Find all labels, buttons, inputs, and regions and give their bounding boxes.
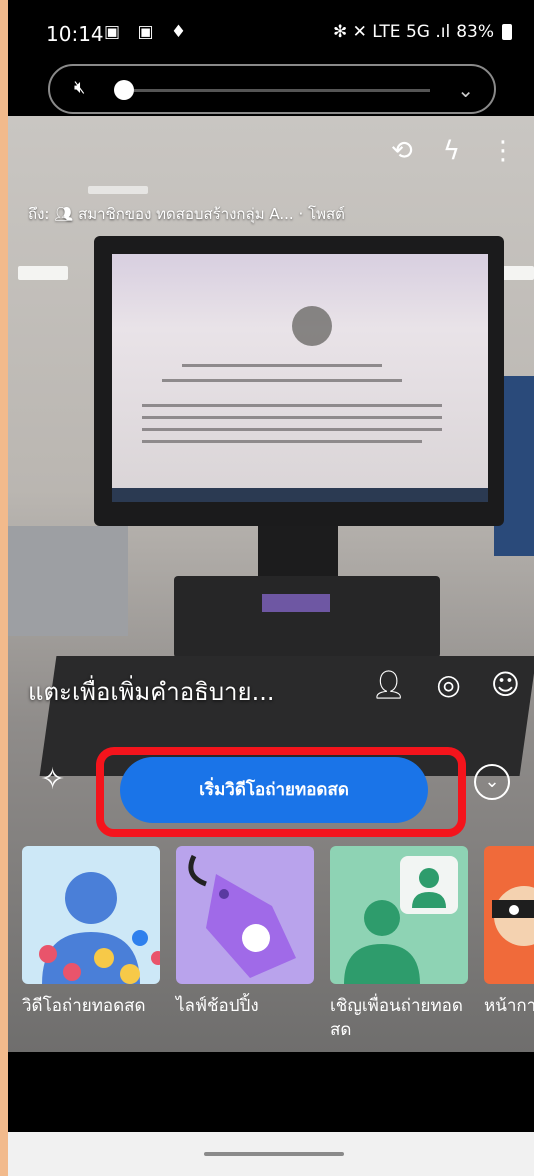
start-live-video-button[interactable]: เริ่มวิดีโอถ่ายทอดสด xyxy=(120,757,428,823)
text-line xyxy=(142,416,442,419)
caption-tools: 👤︎ ◎ ☺ xyxy=(371,668,520,701)
text-line xyxy=(142,440,422,443)
live-controls: ✧ เริ่มวิดีโอถ่ายทอดสด ⌄ xyxy=(8,744,534,840)
volume-knob[interactable] xyxy=(114,80,134,100)
emblem-photo xyxy=(292,306,332,346)
volume-slider[interactable]: 🔇︎ ⌄ xyxy=(48,64,496,114)
live-option-label: หน้ากา xyxy=(484,996,534,1016)
chevron-down-circle-icon[interactable]: ⌄ xyxy=(474,764,510,800)
status-time: 10:14 xyxy=(46,22,104,46)
mute-icon[interactable]: 🔇︎ xyxy=(74,77,85,98)
monitor-screen-photo xyxy=(112,254,488,502)
ceiling-light xyxy=(88,186,148,194)
invite-friend-icon xyxy=(344,856,458,984)
live-shopping-thumbnail xyxy=(176,846,314,984)
post-target-separator: · xyxy=(298,205,304,223)
background-desk xyxy=(8,526,128,636)
chevron-down-icon[interactable]: ⌄ xyxy=(457,78,474,102)
volume-track[interactable] xyxy=(134,89,430,92)
home-indicator[interactable] xyxy=(204,1152,344,1156)
battery-icon xyxy=(502,24,512,40)
bottom-area xyxy=(8,1052,534,1176)
magic-wand-icon[interactable]: ✧ xyxy=(40,762,65,797)
live-option-mask[interactable]: หน้ากา xyxy=(484,846,534,1018)
live-video-thumbnail xyxy=(22,846,160,984)
computer-case-photo xyxy=(174,576,440,658)
switch-camera-icon[interactable]: ⟲ xyxy=(391,136,413,166)
flash-off-icon[interactable]: ϟ xyxy=(443,136,460,166)
live-option-label: วิดีโอถ่ายทอดสด xyxy=(22,996,146,1016)
post-target-audience: สมาชิกของ ทดสอบสร้างกลุ่ม A... xyxy=(78,205,294,223)
taskbar-photo xyxy=(112,488,488,502)
text-line xyxy=(142,428,442,431)
live-options-strip: วิดีโอถ่ายทอดสด ไลฟ์ช้อปปิ้ง เชิญเพื่อนถ… xyxy=(8,846,534,1056)
text-line xyxy=(182,364,382,367)
text-line xyxy=(142,404,442,407)
live-option-invite-friend[interactable]: เชิญเพื่อนถ่ายทอดสด xyxy=(330,846,468,1042)
system-icons: ✻ ✕ LTE 5G .ıl 83% xyxy=(333,22,512,42)
live-option-label: ไลฟ์ช้อปปิ้ง xyxy=(176,996,259,1016)
gesture-nav-bar xyxy=(8,1132,534,1176)
phone-screen: 10:14 ▣ ▣ ♦ ✻ ✕ LTE 5G .ıl 83% 🔇︎ ⌄ ⟲ ϟ … xyxy=(8,0,534,1176)
post-target-prefix: ถึง: xyxy=(28,205,50,223)
mask-thumbnail xyxy=(484,846,534,984)
camera-controls: ⟲ ϟ ⋮ xyxy=(391,136,516,166)
invite-friend-thumbnail xyxy=(330,846,468,984)
live-option-live-shopping[interactable]: ไลฟ์ช้อปปิ้ง xyxy=(176,846,314,1018)
tag-people-icon[interactable]: 👤︎ xyxy=(371,668,407,701)
battery-percent: 83% xyxy=(456,22,494,42)
mask-face-icon xyxy=(492,886,534,946)
price-tag-icon xyxy=(188,854,296,978)
group-icon: 👥︎ xyxy=(54,205,74,223)
ceiling-light xyxy=(18,266,68,280)
text-line xyxy=(162,379,402,382)
status-bar: 10:14 ▣ ▣ ♦ ✻ ✕ LTE 5G .ıl 83% xyxy=(8,0,534,62)
monitor-stand-photo xyxy=(258,526,338,578)
post-target[interactable]: ถึง: 👥︎ สมาชิกของ ทดสอบสร้างกลุ่ม A... ·… xyxy=(28,202,345,226)
caption-input[interactable]: แตะเพื่อเพิ่มคำอธิบาย... xyxy=(28,672,274,711)
live-option-live-video[interactable]: วิดีโอถ่ายทอดสด xyxy=(22,846,160,1018)
more-vertical-icon[interactable]: ⋮ xyxy=(490,136,516,166)
live-option-label: เชิญเพื่อนถ่ายทอดสด xyxy=(330,996,463,1040)
notification-icons: ▣ ▣ ♦ xyxy=(104,22,193,42)
location-icon[interactable]: ◎ xyxy=(436,668,460,701)
post-target-type: โพสต์ xyxy=(308,205,345,223)
emoji-icon[interactable]: ☺ xyxy=(491,668,520,701)
person-reactions-icon xyxy=(39,872,160,984)
signal-icons: ✻ ✕ LTE 5G .ıl xyxy=(333,22,451,42)
sticker-photo xyxy=(262,594,330,612)
